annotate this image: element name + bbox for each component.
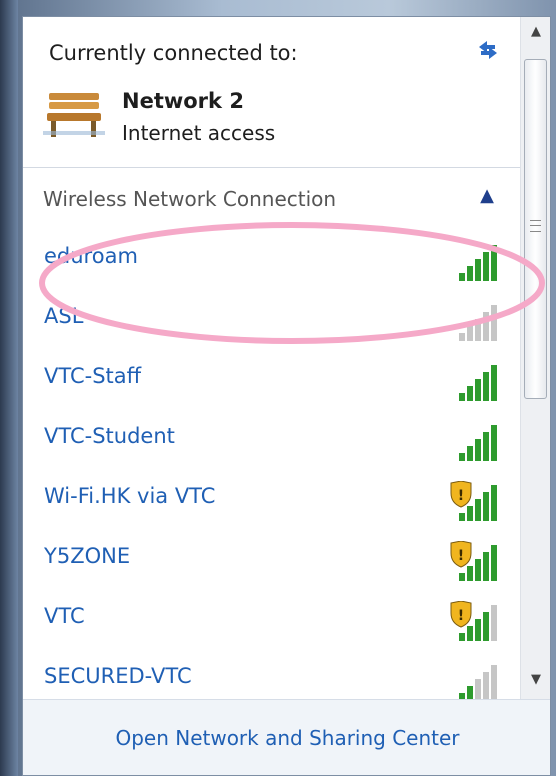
signal-bar [467, 626, 473, 641]
signal-bar [483, 612, 489, 641]
signal-bar [483, 672, 489, 701]
signal-bar [475, 679, 481, 701]
section-divider [23, 167, 520, 168]
network-name-label: ASL [44, 304, 84, 328]
signal-bar [475, 379, 481, 401]
chevron-up-icon[interactable]: ▲ [475, 185, 499, 207]
network-name-label: eduroam [44, 244, 138, 268]
footer: Open Network and Sharing Center [23, 699, 550, 775]
scroll-up-arrow-icon[interactable]: ▲ [521, 17, 550, 47]
signal-bar [467, 446, 473, 461]
signal-bar [483, 492, 489, 521]
warning-mark-icon: ! [458, 608, 464, 624]
signal-bar [491, 425, 497, 461]
signal-bar [459, 633, 465, 641]
signal-bar [467, 326, 473, 341]
signal-bar [459, 393, 465, 401]
open-network-sharing-center-link[interactable]: Open Network and Sharing Center [23, 726, 550, 750]
signal-bar [483, 432, 489, 461]
signal-strength-icon: ! [450, 481, 497, 521]
current-network-status: Internet access [122, 121, 276, 145]
signal-bar [459, 453, 465, 461]
signal-strength-icon: ! [450, 601, 497, 641]
scroll-thumb[interactable] [524, 59, 547, 399]
network-name-label: VTC-Student [44, 424, 175, 448]
signal-bar [475, 499, 481, 521]
signal-bar [483, 552, 489, 581]
network-item-vtc-staff[interactable]: VTC-Staff [23, 349, 520, 409]
network-name-label: SECURED-VTC [44, 664, 192, 688]
network-name-label: Y5ZONE [44, 544, 131, 568]
network-item-asl[interactable]: ASL [23, 289, 520, 349]
current-network-name: Network 2 [122, 89, 244, 113]
signal-bar [491, 305, 497, 341]
refresh-arrows-icon[interactable] [473, 37, 503, 63]
signal-strength-icon [459, 245, 497, 281]
signal-bar [483, 372, 489, 401]
signal-bar [467, 506, 473, 521]
signal-bar [483, 252, 489, 281]
signal-bar [491, 665, 497, 701]
signal-bar [491, 365, 497, 401]
signal-bar [491, 485, 497, 521]
signal-bar [467, 266, 473, 281]
signal-bar [491, 545, 497, 581]
network-name-label: VTC [44, 604, 85, 628]
signal-bar [459, 573, 465, 581]
scrollbar[interactable]: ▲ ▼ [520, 17, 550, 703]
wireless-section-title: Wireless Network Connection [43, 187, 337, 211]
network-item-wi-fi-hk-via-vtc[interactable]: Wi-Fi.HK via VTC! [23, 469, 520, 529]
bench-icon [43, 93, 105, 137]
signal-bar [459, 273, 465, 281]
signal-bar [459, 513, 465, 521]
signal-bar [475, 559, 481, 581]
network-name-label: Wi-Fi.HK via VTC [44, 484, 216, 508]
signal-bar [475, 319, 481, 341]
network-item-vtc[interactable]: VTC! [23, 589, 520, 649]
network-flyout: Currently connected to: Network 2 Intern… [22, 16, 551, 776]
signal-bar [491, 605, 497, 641]
signal-bar [475, 619, 481, 641]
signal-strength-icon [459, 425, 497, 461]
scroll-down-arrow-icon[interactable]: ▼ [521, 665, 550, 695]
signal-strength-icon [459, 365, 497, 401]
warning-mark-icon: ! [458, 488, 464, 504]
signal-bar [475, 439, 481, 461]
signal-bar [475, 259, 481, 281]
connected-heading: Currently connected to: [49, 41, 298, 65]
window-frame-edge [0, 0, 18, 776]
signal-strength-icon: ! [450, 541, 497, 581]
signal-bar [459, 333, 465, 341]
warning-mark-icon: ! [458, 548, 464, 564]
signal-strength-icon [459, 665, 497, 701]
network-name-label: VTC-Staff [44, 364, 142, 388]
signal-bar [467, 566, 473, 581]
network-item-vtc-student[interactable]: VTC-Student [23, 409, 520, 469]
signal-strength-icon [459, 305, 497, 341]
signal-bar [467, 386, 473, 401]
grip-icon [530, 220, 541, 232]
connected-section: Currently connected to: Network 2 Intern… [23, 17, 520, 167]
signal-bar [483, 312, 489, 341]
network-item-y5zone[interactable]: Y5ZONE! [23, 529, 520, 589]
network-item-eduroam[interactable]: eduroam [23, 229, 520, 289]
signal-bar [491, 245, 497, 281]
